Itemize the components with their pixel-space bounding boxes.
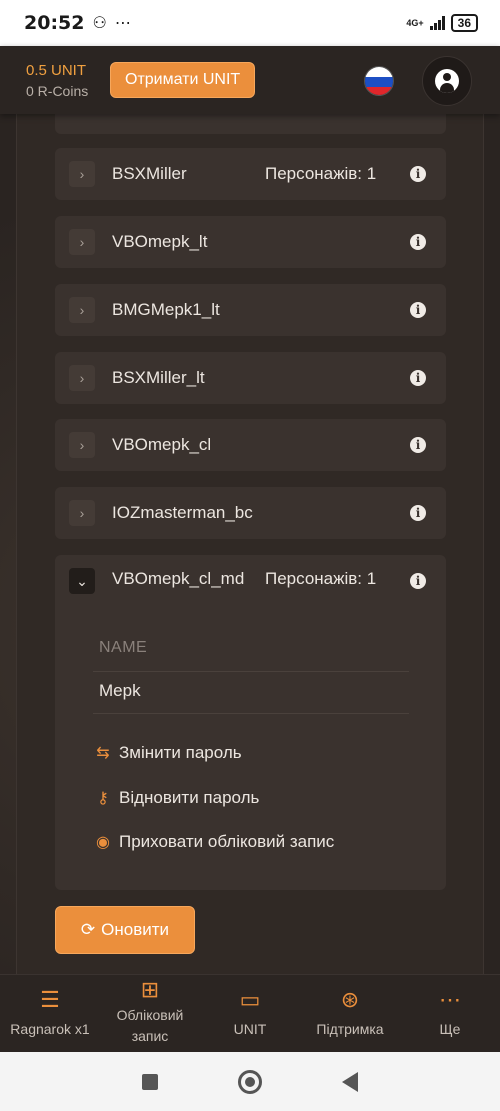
nav-label: Обліковий запис <box>116 1007 184 1044</box>
bottom-nav: ☰ Ragnarok x1 ⊞ Обліковий запис ▭ UNIT ⊛… <box>0 974 500 1052</box>
restore-password-link[interactable]: ⚷ Відновити пароль <box>93 788 259 808</box>
info-icon[interactable]: i <box>410 166 426 182</box>
nav-unit[interactable]: ▭ UNIT <box>200 975 300 1052</box>
divider <box>93 671 409 672</box>
nav-account[interactable]: ⊞ Обліковий запис <box>100 975 200 1052</box>
character-count: Персонажів: 1 <box>265 569 377 588</box>
account-name: VBOmepk_cl <box>112 435 212 454</box>
info-icon[interactable]: i <box>410 234 426 250</box>
refresh-button[interactable]: ⟳ Оновити <box>55 906 195 954</box>
nav-more[interactable]: ⋯ Ще <box>400 975 500 1052</box>
info-icon[interactable]: i <box>410 302 426 318</box>
account-name: VBOmepk_cl_md <box>112 569 245 588</box>
account-row[interactable]: › BSXMiller Персонажів: 1 i <box>55 148 446 200</box>
chevron-right-icon[interactable]: › <box>69 229 95 255</box>
back-icon[interactable] <box>342 1071 358 1092</box>
balances: 0.5 UNIT 0 R-Coins <box>26 62 110 99</box>
chevron-right-icon[interactable]: › <box>69 365 95 391</box>
recent-apps-icon[interactable] <box>142 1073 158 1090</box>
system-nav <box>0 1052 500 1111</box>
character-name[interactable]: Mepk <box>99 681 141 701</box>
account-row[interactable]: › VBOmepk_cl i <box>55 419 446 471</box>
key-icon: ⚷ <box>97 790 109 807</box>
nav-ragnarok[interactable]: ☰ Ragnarok x1 <box>0 975 100 1052</box>
character-field-label: NAME <box>99 639 148 656</box>
lifebuoy-icon: ⊛ <box>340 987 360 1012</box>
eye-slash-icon: ◉ <box>96 834 110 851</box>
home-icon[interactable] <box>238 1069 262 1094</box>
get-unit-button[interactable]: Отримати UNIT <box>110 62 256 98</box>
chevron-right-icon[interactable]: › <box>69 500 95 526</box>
change-password-label: Змінити пароль <box>119 743 242 762</box>
info-icon[interactable]: i <box>410 573 426 589</box>
russia-flag-icon[interactable] <box>364 66 394 96</box>
account-name: BMGMepk1_lt <box>112 300 220 319</box>
restore-password-label: Відновити пароль <box>119 788 260 807</box>
unit-balance: 0.5 UNIT <box>26 61 87 79</box>
notification-icon: ⚇ <box>92 15 107 32</box>
battery-level: 36 <box>450 14 478 32</box>
account-name: VBOmepk_lt <box>112 232 208 251</box>
more-status-icon: ⋯ <box>114 15 131 32</box>
network-type: 4G+ <box>406 17 424 28</box>
database-icon: ☰ <box>40 987 60 1012</box>
hide-account-label: Приховати обліковий запис <box>119 832 335 851</box>
account-name: IOZmasterman_bc <box>112 503 253 522</box>
account-row[interactable]: › IOZmasterman_bc i <box>55 487 446 539</box>
nav-support[interactable]: ⊛ Підтримка <box>300 975 400 1052</box>
chevron-right-icon[interactable]: › <box>69 432 95 458</box>
app-header: 0.5 UNIT 0 R-Coins Отримати UNIT <box>0 46 500 114</box>
more-dots-icon: ⋯ <box>439 987 461 1012</box>
status-time: 20:52 <box>24 12 85 34</box>
gamepad-icon: ⊞ <box>140 977 160 1002</box>
swap-icon: ⇆ <box>96 745 110 762</box>
divider <box>93 713 409 714</box>
hide-account-link[interactable]: ◉ Приховати обліковий запис <box>93 832 334 852</box>
nav-label: Ragnarok x1 <box>10 1021 90 1037</box>
character-count: Персонажів: 1 <box>265 164 377 183</box>
profile-button[interactable] <box>422 56 472 106</box>
account-row[interactable]: › VBOmepk_lt i <box>55 216 446 268</box>
nav-label: Підтримка <box>316 1021 384 1037</box>
signal-icon <box>429 16 445 30</box>
info-icon[interactable]: i <box>410 437 426 453</box>
nav-label: UNIT <box>233 1021 267 1037</box>
main-content[interactable]: › BSXMiller Персонажів: 1 i › VBOmepk_lt… <box>0 114 500 974</box>
rcoins-balance: 0 R-Coins <box>26 82 89 99</box>
chevron-down-icon[interactable]: ⌄ <box>69 568 95 594</box>
user-circle-icon <box>435 69 459 93</box>
account-row[interactable]: › BSXMiller_lt i <box>55 352 446 404</box>
account-row-partial[interactable] <box>55 114 446 134</box>
account-name: BSXMiller <box>112 164 187 183</box>
nav-label: Ще <box>439 1021 461 1037</box>
chevron-right-icon[interactable]: › <box>69 161 95 187</box>
refresh-label: Оновити <box>101 920 170 939</box>
wallet-icon: ▭ <box>239 987 261 1012</box>
status-bar: 20:52 ⚇ ⋯ 4G+ 36 <box>0 0 500 46</box>
info-icon[interactable]: i <box>410 505 426 521</box>
account-row[interactable]: › BMGMepk1_lt i <box>55 284 446 336</box>
account-name: BSXMiller_lt <box>112 368 205 387</box>
change-password-link[interactable]: ⇆ Змінити пароль <box>93 743 242 763</box>
chevron-right-icon[interactable]: › <box>69 297 95 323</box>
info-icon[interactable]: i <box>410 370 426 386</box>
account-row-expanded[interactable]: ⌄ VBOmepk_cl_md Персонажів: 1 i NAME Mep… <box>55 555 446 890</box>
refresh-icon: ⟳ <box>80 920 96 939</box>
